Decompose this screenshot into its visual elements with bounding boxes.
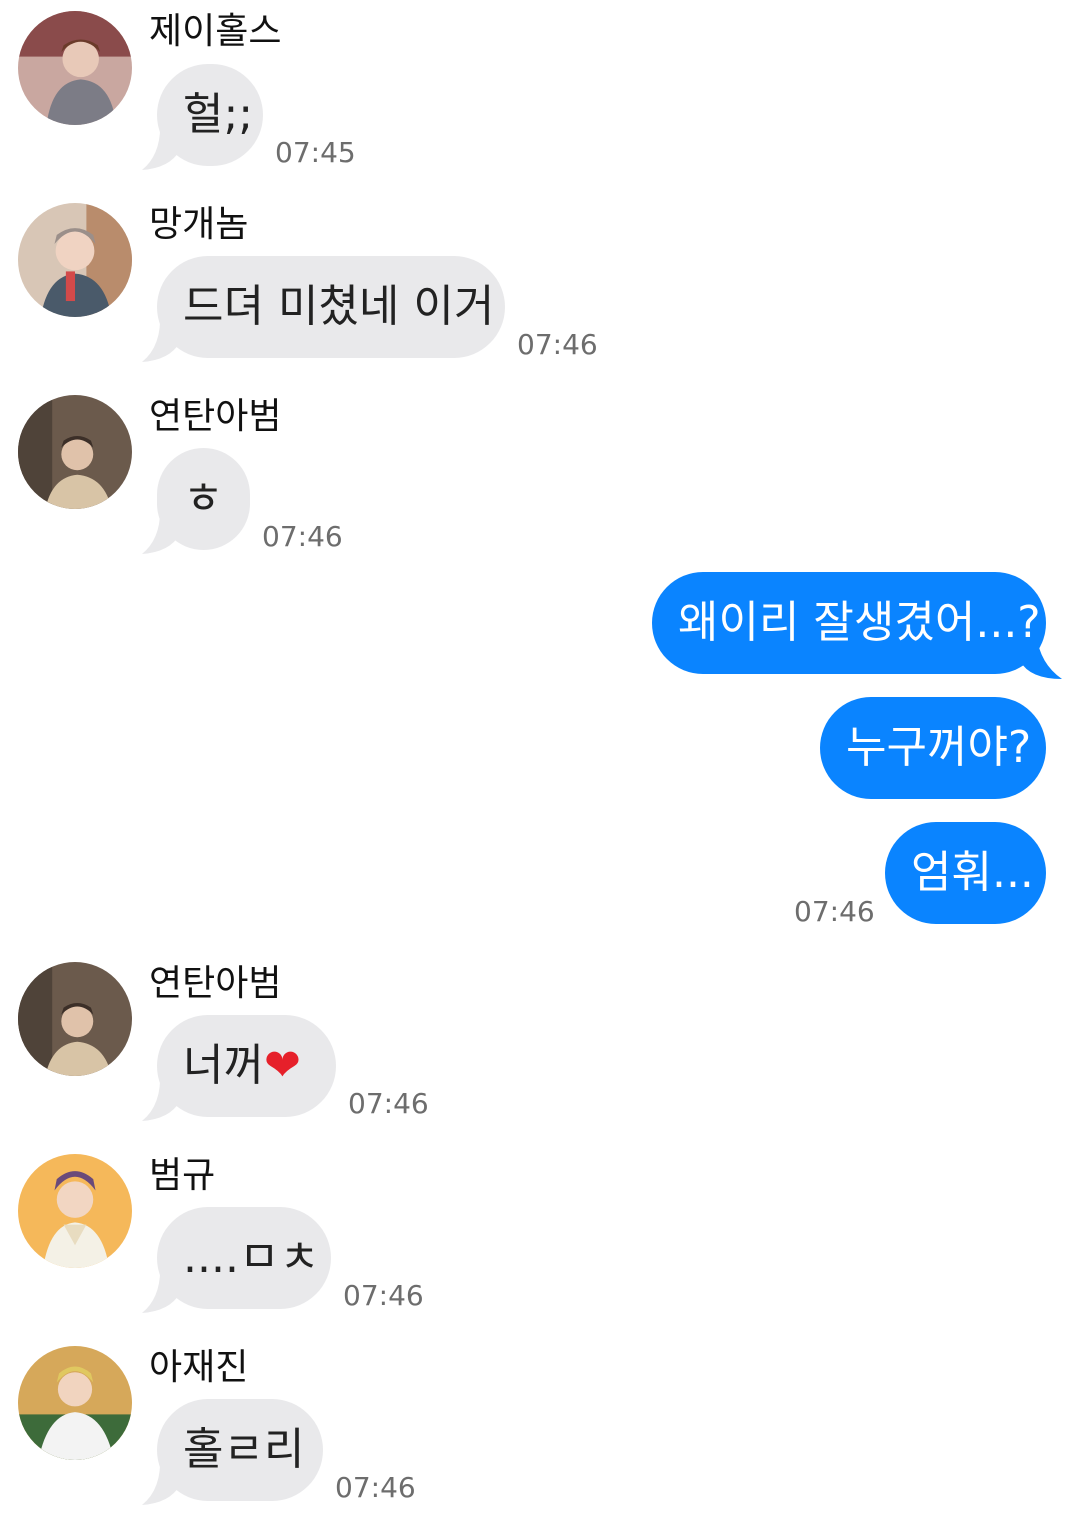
avatar[interactable] — [18, 203, 132, 317]
avatar[interactable] — [18, 395, 132, 509]
avatar-photo-icon — [18, 11, 132, 125]
timestamp: 07:45 — [275, 136, 356, 169]
sender-name: 범규 — [149, 1155, 216, 1196]
message-bubble[interactable]: 왜이리 잘생겼어...? — [652, 572, 1046, 674]
avatar-photo-icon — [18, 203, 132, 317]
sender-name: 망개놈 — [149, 204, 249, 245]
message-bubble[interactable]: ㅎ — [157, 448, 250, 550]
timestamp: 07:46 — [348, 1087, 429, 1120]
message-bubble[interactable]: 헐;; — [157, 64, 263, 166]
timestamp: 07:46 — [335, 1471, 416, 1504]
avatar-photo-icon — [18, 1154, 132, 1268]
avatar-photo-icon — [18, 1346, 132, 1460]
message-bubble[interactable]: 너꺼❤ — [157, 1015, 336, 1117]
message-bubble[interactable]: 홀ㄹ리 — [157, 1399, 323, 1501]
sender-name: 연탄아범 — [149, 963, 282, 1004]
avatar[interactable] — [18, 1346, 132, 1460]
avatar-photo-icon — [18, 395, 132, 509]
timestamp: 07:46 — [262, 520, 343, 553]
timestamp: 07:46 — [794, 895, 875, 928]
message-bubble[interactable]: 드뎌 미쳤네 이거 — [157, 256, 505, 358]
avatar[interactable] — [18, 11, 132, 125]
avatar[interactable] — [18, 962, 132, 1076]
sender-name: 제이홀스 — [149, 11, 282, 52]
timestamp: 07:46 — [343, 1279, 424, 1312]
sender-name: 아재진 — [149, 1347, 249, 1388]
avatar[interactable] — [18, 1154, 132, 1268]
message-bubble[interactable]: ....ㅁㅊ — [157, 1207, 331, 1309]
sender-name: 연탄아범 — [149, 396, 282, 437]
message-text: 너꺼 — [183, 1040, 264, 1091]
avatar-photo-icon — [18, 962, 132, 1076]
message-bubble[interactable]: 누구꺼야? — [820, 697, 1046, 799]
heart-emoji-icon: ❤ — [263, 1040, 301, 1091]
timestamp: 07:46 — [517, 328, 598, 361]
message-bubble[interactable]: 엄훠... — [885, 822, 1046, 924]
